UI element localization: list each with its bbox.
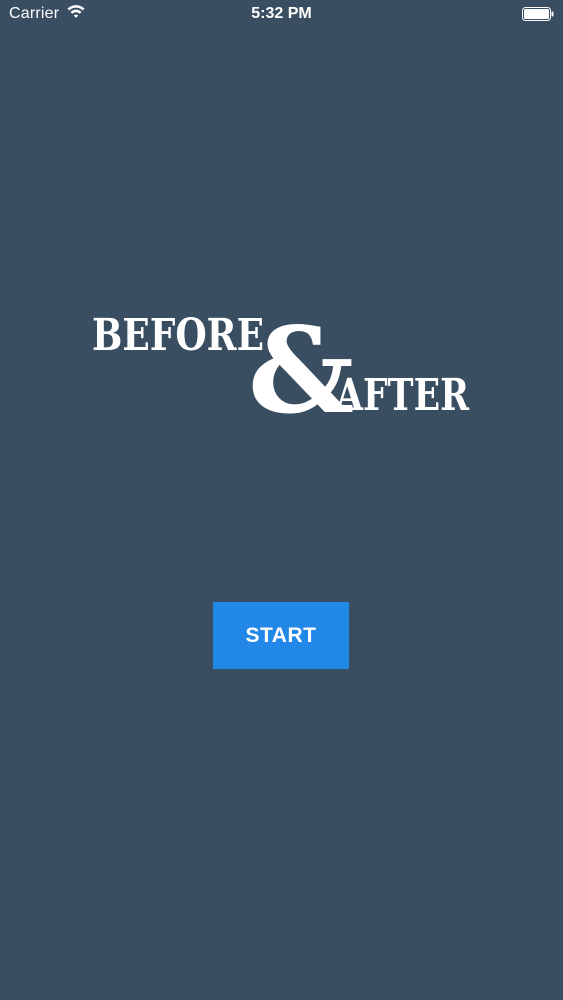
app-logo: BEFORE & AFTER xyxy=(92,301,469,430)
clock: 5:32 PM xyxy=(251,5,312,22)
logo-word-before: BEFORE xyxy=(92,310,264,361)
start-button[interactable]: START xyxy=(213,602,349,669)
status-bar: Carrier 5:32 PM xyxy=(0,0,563,30)
battery-icon xyxy=(522,7,554,21)
logo-word-after: AFTER xyxy=(335,370,469,421)
